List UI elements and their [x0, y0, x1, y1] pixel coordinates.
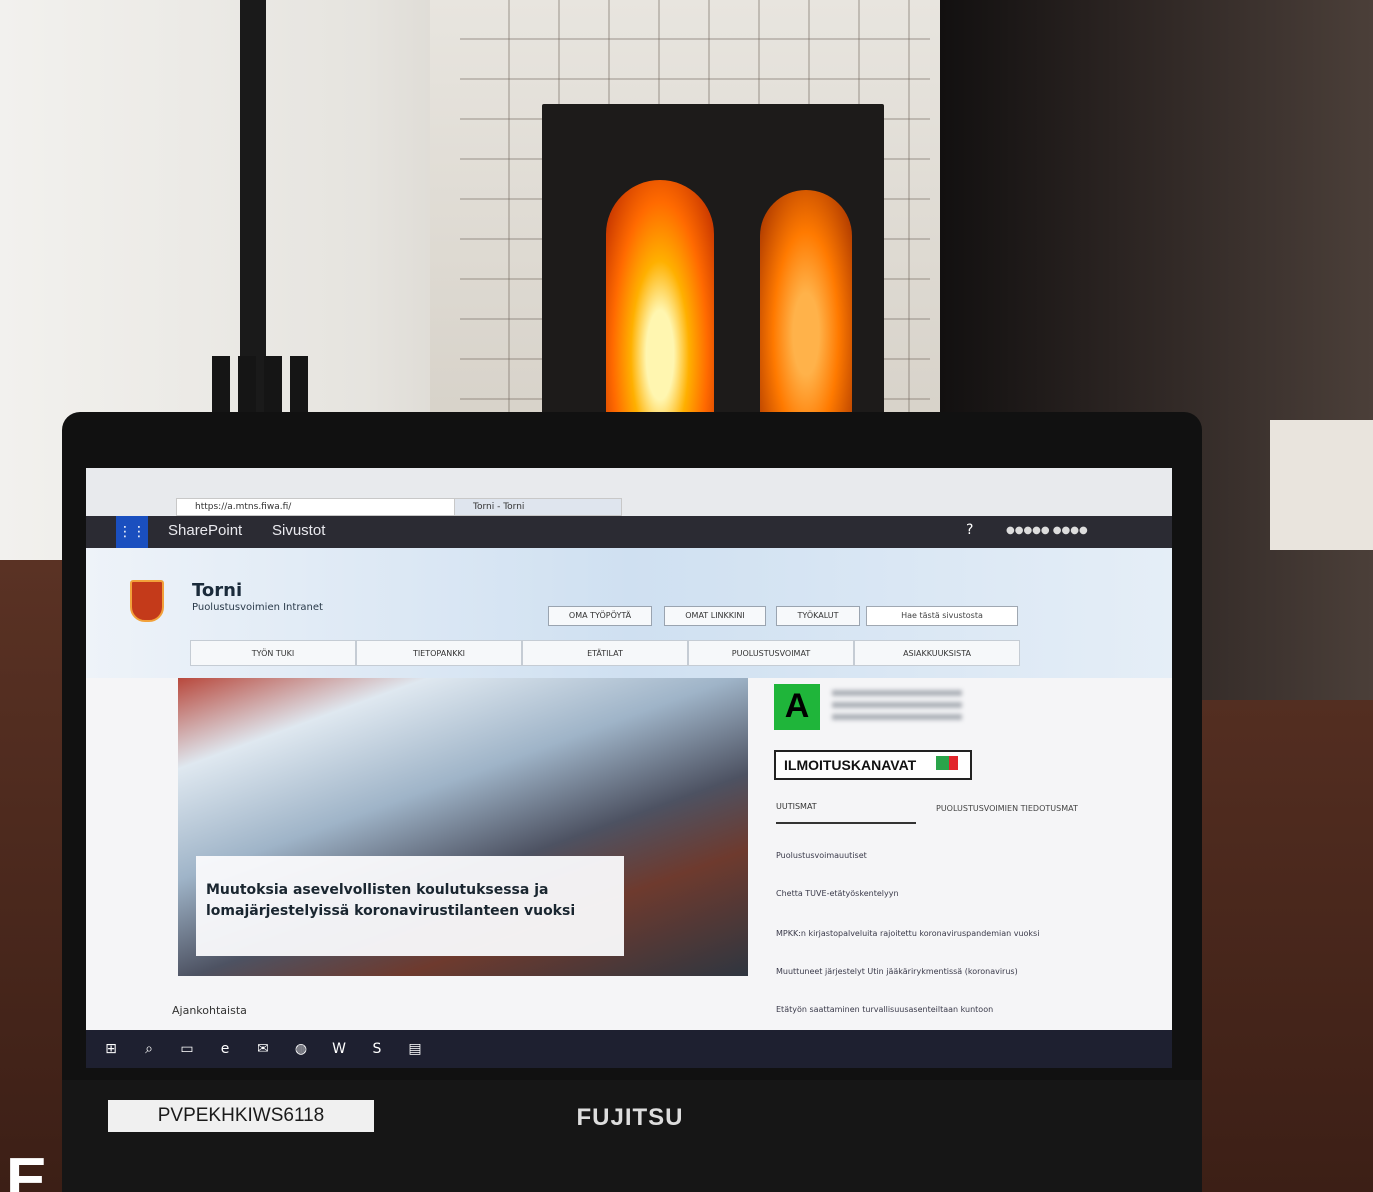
fire-right-window [760, 190, 852, 430]
address-bar[interactable]: https://a.mtns.fiwa.fi/ [176, 498, 456, 516]
cabinet [1270, 420, 1373, 550]
news-item[interactable]: Chetta TUVE-etätyöskentelyyn [776, 888, 1096, 900]
tab-news[interactable]: UUTISMAT [776, 802, 916, 824]
app-launcher-icon[interactable]: ⋮⋮ [116, 516, 148, 548]
laptop-brand-logo: FUJITSU [576, 1104, 684, 1131]
hero-headline[interactable]: Muutoksia asevelvollisten koulutuksessa … [206, 880, 616, 922]
skype-icon[interactable]: S [364, 1038, 390, 1060]
laptop-screen: https://a.mtns.fiwa.fi/ Torni - Torni ⋮⋮… [86, 468, 1172, 1068]
site-subtitle: Puolustusvoimien Intranet [192, 602, 323, 613]
site-title[interactable]: Torni [192, 580, 242, 601]
news-item[interactable]: MPKK:n kirjastopalveluita rajoitettu kor… [776, 928, 1096, 940]
browser-tab[interactable]: Torni - Torni [454, 498, 622, 516]
task-view-icon[interactable]: ▭ [174, 1038, 200, 1060]
nav-item-remote-spaces[interactable]: ETÄTILAT [522, 640, 688, 666]
my-links-button[interactable]: OMAT LINKKINI [664, 606, 766, 626]
user-name-blurred[interactable]: ●●●●● ●●●● [1006, 525, 1088, 536]
a-badge-logo[interactable]: A [774, 684, 820, 730]
internet-explorer-icon[interactable]: e [212, 1038, 238, 1060]
nav-item-defence-forces[interactable]: PUOLUSTUSVOIMAT [688, 640, 854, 666]
windows-taskbar: ⊞ ⌕ ▭ e ✉ ◍ W S ▤ [86, 1030, 1172, 1068]
news-item[interactable]: Puolustusvoimauutiset [776, 850, 1096, 862]
nav-item-work-support[interactable]: TYÖN TUKI [190, 640, 356, 666]
tab-defence-news[interactable]: PUOLUSTUSVOIMIEN TIEDOTUSMAT [936, 804, 1078, 813]
site-search-input[interactable]: Hae tästä sivustosta [866, 606, 1018, 626]
main-navigation: TYÖN TUKI TIETOPANKKI ETÄTILAT PUOLUSTUS… [190, 640, 1020, 666]
fire-left-window [606, 180, 714, 430]
asset-tag-label: PVPEKHKIWS6118 [108, 1100, 374, 1132]
my-desktop-button[interactable]: OMA TYÖPÖYTÄ [548, 606, 652, 626]
pdf-icon[interactable]: ▤ [402, 1038, 428, 1060]
news-item[interactable]: Etätyön saattaminen turvallisuusasenteil… [776, 1004, 1096, 1016]
news-item[interactable]: Muuttuneet järjestelyt Utin jääkärirykme… [776, 966, 1096, 978]
caption-text: E [6, 1150, 48, 1192]
current-affairs-heading: Ajankohtaista [172, 1004, 247, 1017]
help-icon[interactable]: ? [966, 522, 973, 538]
windows-start-icon[interactable]: ⊞ [98, 1038, 124, 1060]
blurred-text [832, 690, 962, 724]
globe-icon[interactable]: ◍ [288, 1038, 314, 1060]
sites-link[interactable]: Sivustot [272, 522, 325, 539]
nav-item-customers[interactable]: ASIAKKUUKSISTA [854, 640, 1020, 666]
outlook-icon[interactable]: ✉ [250, 1038, 276, 1060]
notice-channels-icon [936, 756, 958, 770]
sharepoint-label[interactable]: SharePoint [168, 522, 242, 539]
nav-item-knowledge-bank[interactable]: TIETOPANKKI [356, 640, 522, 666]
search-icon[interactable]: ⌕ [136, 1038, 162, 1060]
site-logo[interactable] [130, 580, 164, 622]
tools-button[interactable]: TYÖKALUT [776, 606, 860, 626]
word-icon[interactable]: W [326, 1038, 352, 1060]
